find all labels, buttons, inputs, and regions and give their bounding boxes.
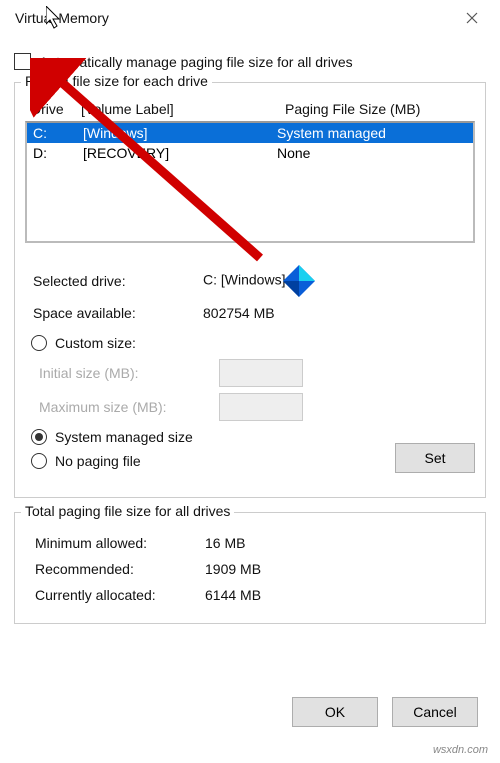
maximum-size-label: Maximum size (MB):	[39, 399, 219, 415]
currently-allocated-value: 6144 MB	[205, 587, 475, 603]
drive-group-legend: Paging file size for each drive	[21, 73, 212, 89]
set-button[interactable]: Set	[395, 443, 475, 473]
header-size: Paging File Size (MB)	[285, 101, 475, 117]
space-available-value: 802754 MB	[203, 305, 475, 321]
auto-manage-checkbox[interactable]	[14, 53, 31, 70]
custom-size-radio[interactable]	[31, 335, 47, 351]
min-allowed-value: 16 MB	[205, 535, 475, 551]
header-volume: [Volume Label]	[81, 101, 285, 117]
recommended-value: 1909 MB	[205, 561, 475, 577]
totals-legend: Total paging file size for all drives	[21, 503, 234, 519]
selected-drive-label: Selected drive:	[33, 273, 203, 289]
header-drive: Drive	[31, 101, 81, 117]
watermark: wsxdn.com	[433, 744, 488, 756]
ok-button[interactable]: OK	[292, 697, 378, 727]
auto-manage-label: Automatically manage paging file size fo…	[39, 54, 353, 70]
totals-group: Total paging file size for all drives Mi…	[14, 512, 486, 624]
selected-drive-value: C: [Windows]	[203, 272, 285, 288]
cancel-button[interactable]: Cancel	[392, 697, 478, 727]
windows-logo-icon	[281, 263, 317, 299]
no-paging-radio[interactable]	[31, 453, 47, 469]
drive-group: Paging file size for each drive Drive [V…	[14, 82, 486, 498]
system-managed-label: System managed size	[55, 429, 193, 445]
currently-allocated-label: Currently allocated:	[35, 587, 205, 603]
maximum-size-input[interactable]	[219, 393, 303, 421]
initial-size-label: Initial size (MB):	[39, 365, 219, 381]
close-button[interactable]	[452, 3, 492, 33]
recommended-label: Recommended:	[35, 561, 205, 577]
initial-size-input[interactable]	[219, 359, 303, 387]
min-allowed-label: Minimum allowed:	[35, 535, 205, 551]
no-paging-label: No paging file	[55, 453, 141, 469]
space-available-label: Space available:	[33, 305, 203, 321]
drive-row[interactable]: C: [Windows] System managed	[27, 123, 473, 143]
drive-listbox[interactable]: C: [Windows] System managed D: [RECOVERY…	[25, 121, 475, 243]
system-managed-radio[interactable]	[31, 429, 47, 445]
drive-row[interactable]: D: [RECOVERY] None	[27, 143, 473, 163]
custom-size-label: Custom size:	[55, 335, 136, 351]
window-title: Virtual Memory	[8, 10, 452, 26]
